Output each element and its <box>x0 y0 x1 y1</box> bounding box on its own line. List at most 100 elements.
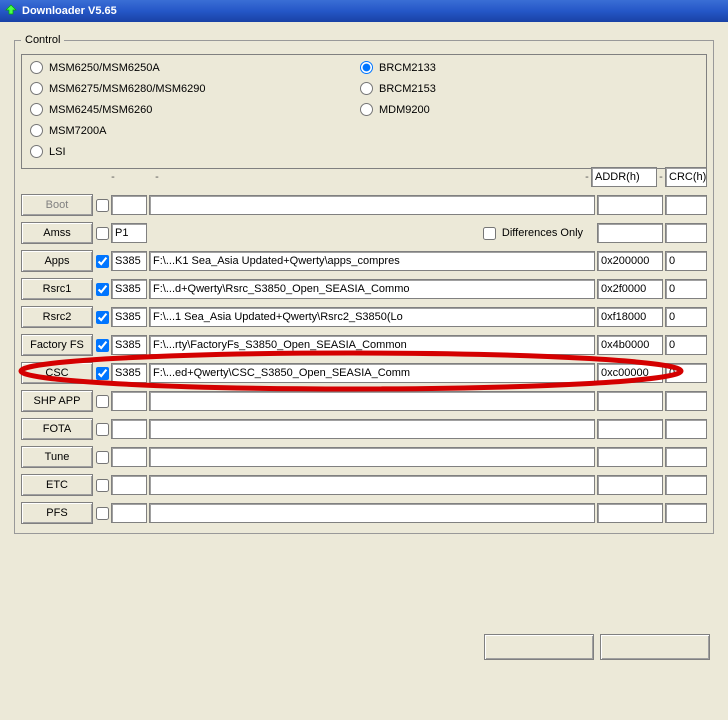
radio-left-3[interactable]: MSM7200A <box>30 124 360 137</box>
radio-label: MSM6275/MSM6280/MSM6290 <box>49 83 206 95</box>
row-button-etc[interactable]: ETC <box>21 474 93 496</box>
row-crc-input[interactable] <box>665 447 707 467</box>
radio-left-4[interactable]: LSI <box>30 145 360 158</box>
row-path-input[interactable] <box>149 419 595 439</box>
row-path-input[interactable] <box>149 475 595 495</box>
row-button-factory-fs[interactable]: Factory FS <box>21 334 93 356</box>
row-button-rsrc2[interactable]: Rsrc2 <box>21 306 93 328</box>
row-checkbox[interactable] <box>96 311 109 324</box>
row-code-input[interactable] <box>111 503 147 523</box>
row-crc-input[interactable] <box>665 503 707 523</box>
row-checkbox[interactable] <box>96 367 109 380</box>
row-code-input[interactable] <box>111 251 147 271</box>
row-addr-input[interactable] <box>597 335 663 355</box>
row-code-input[interactable] <box>111 391 147 411</box>
row-checkbox-cell <box>95 311 109 324</box>
row-button-tune[interactable]: Tune <box>21 446 93 468</box>
crc-header: CRC(h) <box>665 167 707 187</box>
radio-input[interactable] <box>360 103 373 116</box>
row-path-input[interactable] <box>149 447 595 467</box>
row-code-input[interactable] <box>111 447 147 467</box>
row-code-input[interactable] <box>111 475 147 495</box>
radio-input[interactable] <box>30 61 43 74</box>
row-addr-input[interactable] <box>597 447 663 467</box>
row-button-pfs[interactable]: PFS <box>21 502 93 524</box>
row-crc-input[interactable] <box>665 419 707 439</box>
radio-input[interactable] <box>30 82 43 95</box>
row-path-input[interactable] <box>149 251 595 271</box>
row-button-rsrc1[interactable]: Rsrc1 <box>21 278 93 300</box>
row-checkbox-cell <box>95 283 109 296</box>
row-button-fota[interactable]: FOTA <box>21 418 93 440</box>
row-addr-input[interactable] <box>597 307 663 327</box>
row-addr-input[interactable] <box>597 223 663 243</box>
row-button-amss[interactable]: Amss <box>21 222 93 244</box>
row-path-input[interactable] <box>149 307 595 327</box>
radio-input[interactable] <box>360 82 373 95</box>
row-checkbox[interactable] <box>96 479 109 492</box>
row-crc-input[interactable] <box>665 195 707 215</box>
row-button-shp-app[interactable]: SHP APP <box>21 390 93 412</box>
row-checkbox[interactable] <box>96 339 109 352</box>
row-addr-input[interactable] <box>597 279 663 299</box>
row-button-csc[interactable]: CSC <box>21 362 93 384</box>
radio-left-0[interactable]: MSM6250/MSM6250A <box>30 61 360 74</box>
row-code-input[interactable] <box>111 307 147 327</box>
row-checkbox[interactable] <box>96 283 109 296</box>
row-checkbox[interactable] <box>96 395 109 408</box>
radio-input[interactable] <box>360 61 373 74</box>
row-code-input[interactable] <box>111 335 147 355</box>
row-path-input[interactable] <box>149 279 595 299</box>
file-row-1: Amss Differences Only <box>21 219 707 247</box>
row-crc-input[interactable] <box>665 251 707 271</box>
row-checkbox[interactable] <box>96 423 109 436</box>
row-addr-input[interactable] <box>597 419 663 439</box>
row-crc-input[interactable] <box>665 335 707 355</box>
row-path-input[interactable] <box>149 335 595 355</box>
row-code-input[interactable] <box>111 419 147 439</box>
row-crc-input[interactable] <box>665 391 707 411</box>
row-crc-input[interactable] <box>665 223 707 243</box>
row-checkbox[interactable] <box>96 507 109 520</box>
row-checkbox[interactable] <box>96 199 109 212</box>
row-addr-input[interactable] <box>597 251 663 271</box>
file-row-11: PFS <box>21 499 707 527</box>
row-code-input[interactable] <box>111 223 147 243</box>
row-checkbox[interactable] <box>96 227 109 240</box>
row-path-input[interactable] <box>149 391 595 411</box>
bottom-button-1[interactable] <box>484 634 594 660</box>
row-crc-input[interactable] <box>665 307 707 327</box>
radio-input[interactable] <box>30 103 43 116</box>
radio-right-1[interactable]: BRCM2153 <box>360 82 436 95</box>
row-path-input[interactable] <box>149 195 595 215</box>
file-row-3: Rsrc1 <box>21 275 707 303</box>
row-addr-input[interactable] <box>597 391 663 411</box>
bottom-button-2[interactable] <box>600 634 710 660</box>
row-code-input[interactable] <box>111 363 147 383</box>
radio-label: LSI <box>49 146 66 158</box>
radio-input[interactable] <box>30 145 43 158</box>
row-button-apps[interactable]: Apps <box>21 250 93 272</box>
row-code-input[interactable] <box>111 195 147 215</box>
radio-right-2[interactable]: MDM9200 <box>360 103 436 116</box>
row-path-input[interactable] <box>149 363 595 383</box>
differences-only[interactable]: Differences Only <box>483 227 583 240</box>
radio-right-0[interactable]: BRCM2133 <box>360 61 436 74</box>
row-addr-input[interactable] <box>597 503 663 523</box>
row-addr-input[interactable] <box>597 475 663 495</box>
row-checkbox[interactable] <box>96 255 109 268</box>
row-crc-input[interactable] <box>665 363 707 383</box>
row-crc-input[interactable] <box>665 279 707 299</box>
row-checkbox[interactable] <box>96 451 109 464</box>
differences-checkbox[interactable] <box>483 227 496 240</box>
row-addr-input[interactable] <box>597 195 663 215</box>
radio-left-2[interactable]: MSM6245/MSM6260 <box>30 103 360 116</box>
row-code-input[interactable] <box>111 279 147 299</box>
radio-input[interactable] <box>30 124 43 137</box>
row-crc-input[interactable] <box>665 475 707 495</box>
radio-label: MDM9200 <box>379 104 430 116</box>
radio-left-1[interactable]: MSM6275/MSM6280/MSM6290 <box>30 82 360 95</box>
row-path-input[interactable] <box>149 503 595 523</box>
row-addr-input[interactable] <box>597 363 663 383</box>
addr-header: ADDR(h) <box>591 167 657 187</box>
